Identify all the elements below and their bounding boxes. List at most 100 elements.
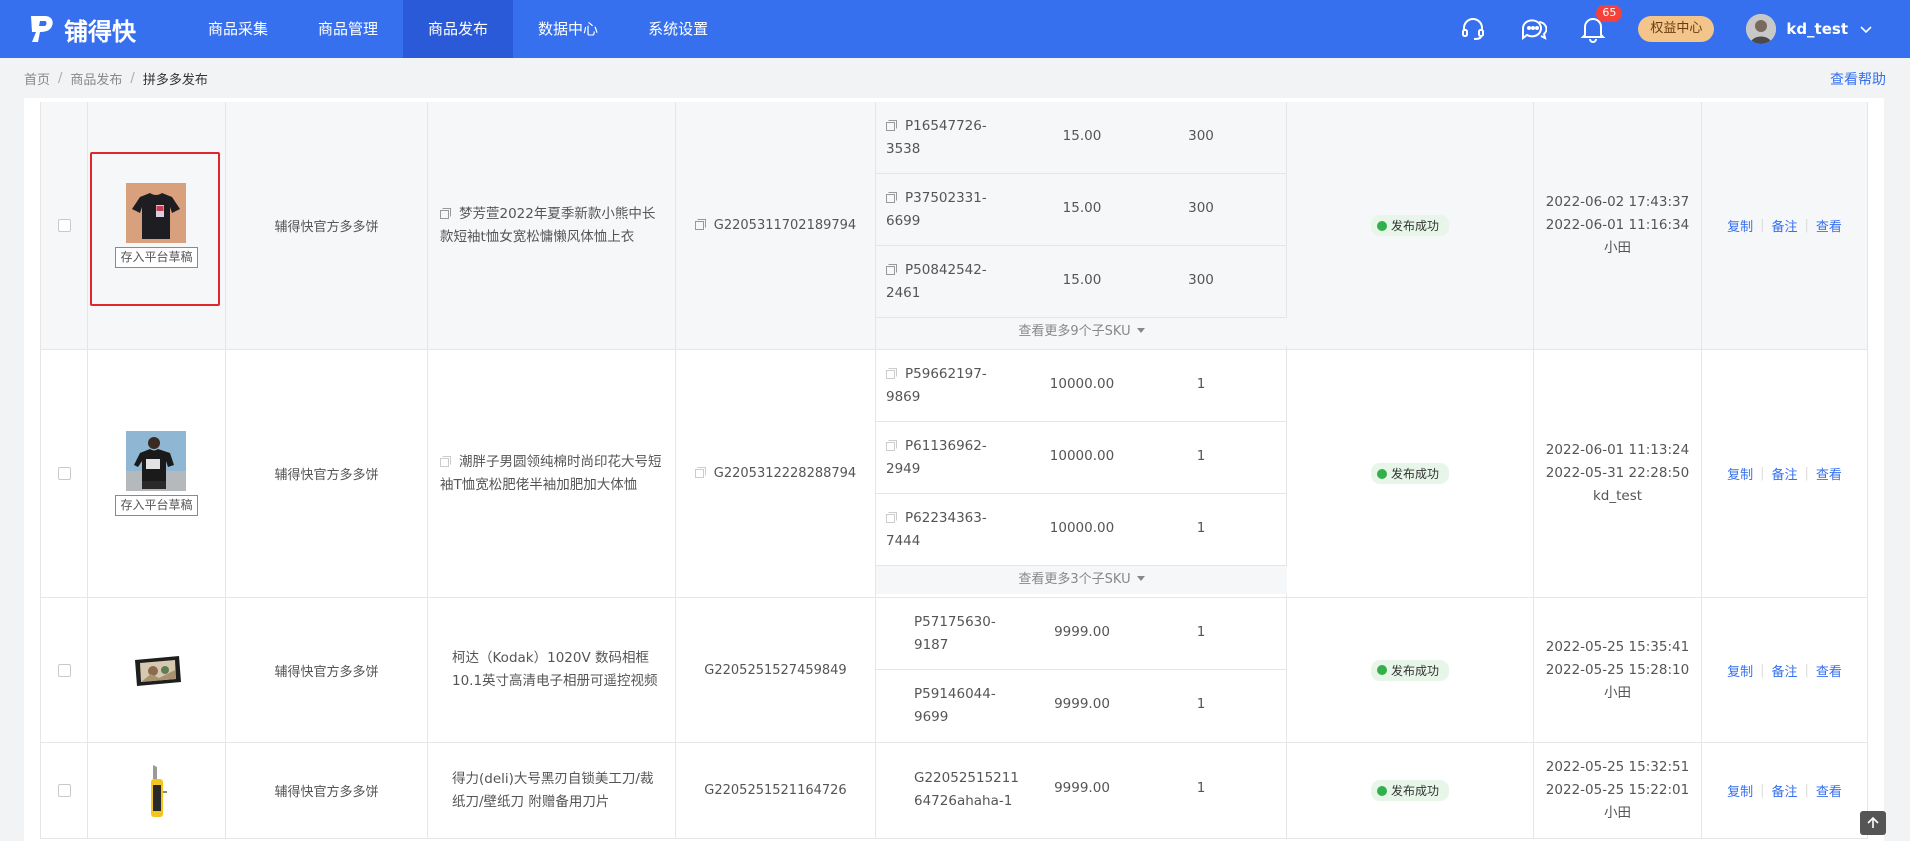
operator: 小田 [1603, 240, 1631, 256]
shop-cell: 辅得快官方多多饼 [226, 102, 428, 349]
view-button[interactable]: 查看 [1816, 216, 1842, 235]
sku-code: P62234363-7444 [886, 510, 987, 549]
goods-id: G2205251521164726 [704, 783, 847, 798]
chat-icon[interactable] [1518, 14, 1548, 44]
sku-price: 9999.00 [1054, 696, 1110, 712]
remark-button[interactable]: 备注 [1771, 216, 1797, 235]
check-circle-icon [1376, 785, 1387, 796]
ops-separator: | [1760, 662, 1765, 678]
nav-data-center[interactable]: 数据中心 [513, 0, 623, 58]
ops-cell: 复制 | 备注 | 查看 [1702, 598, 1868, 742]
sku-code: P61136962-2949 [886, 438, 987, 477]
title-cell: 柯达（Kodak）1020V 数码相框10.1英寸高清电子相册可遥控视频 [428, 598, 676, 742]
create-time: 2022-05-31 22:28:50 [1545, 465, 1690, 481]
save-draft-button[interactable]: 存入平台草稿 [115, 495, 198, 516]
sku-code: P57175630-9187 [914, 614, 996, 653]
rights-center-button[interactable]: 权益中心 [1638, 16, 1715, 42]
copy-icon[interactable] [694, 467, 706, 478]
sku-stock: 1 [1196, 448, 1206, 464]
sku-row: P59146044-9699 9999.00 1 [876, 670, 1287, 742]
sku-row: P37502331-6699 15.00 300 [876, 174, 1287, 246]
app-name: 铺得快 [64, 17, 136, 46]
more-sku-label: 查看更多3个子SKU [1018, 572, 1131, 587]
breadcrumb-home[interactable]: 首页 [24, 69, 50, 88]
status-badge: 发布成功 [1370, 659, 1449, 681]
copy-icon[interactable] [886, 368, 897, 379]
copy-icon[interactable] [886, 512, 897, 523]
row-select-cell [40, 743, 88, 838]
user-name[interactable]: kd_test [1786, 20, 1848, 38]
goods-id: G2205251527459849 [704, 662, 847, 678]
shop-name: 辅得快官方多多饼 [274, 785, 379, 800]
bell-icon[interactable]: 65 [1578, 5, 1623, 44]
copy-icon[interactable] [886, 440, 897, 451]
copy-icon[interactable] [886, 120, 897, 131]
nav-product-publish[interactable]: 商品发布 [403, 0, 514, 58]
nav-product-collect[interactable]: 商品采集 [183, 0, 293, 58]
view-button[interactable]: 查看 [1816, 661, 1842, 680]
goods-id-cell: G2205251527459849 [676, 598, 876, 742]
sku-stock: 1 [1196, 780, 1206, 796]
table-row: 辅得快官方多多饼 得力(deli)大号黑刃自锁美工刀/裁纸刀/壁纸刀 附赠备用刀… [40, 743, 1868, 839]
publish-time: 2022-06-02 17:43:37 [1545, 194, 1690, 210]
ops-separator: | [1760, 783, 1765, 798]
more-sku-link[interactable]: 查看更多9个子SKU [876, 318, 1287, 346]
sku-price: 9999.00 [1054, 780, 1110, 796]
caret-down-icon [1136, 328, 1145, 333]
copy-button[interactable]: 复制 [1727, 216, 1753, 235]
sku-code: P59146044-9699 [914, 686, 996, 725]
sku-row: P61136962-2949 10000.00 1 [876, 422, 1287, 494]
view-button[interactable]: 查看 [1816, 781, 1842, 800]
publish-time: 2022-06-01 11:13:24 [1545, 442, 1690, 458]
top-navbar: 铺得快 商品采集 商品管理 商品发布 数据中心 系统设置 65 权益中心 kd_… [0, 0, 1910, 58]
copy-button[interactable]: 复制 [1727, 661, 1753, 680]
table-row: 存入平台草稿 辅得快官方多多饼 潮胖子男圆领纯棉时尚印花大号短袖T恤宽松肥佬半袖… [40, 350, 1868, 598]
nav-product-manage[interactable]: 商品管理 [293, 0, 403, 58]
check-circle-icon [1376, 468, 1387, 479]
ops-separator: | [1760, 466, 1765, 481]
copy-button[interactable]: 复制 [1727, 781, 1753, 800]
table-row: 存入平台草稿 辅得快官方多多饼 梦芳萱2022年夏季新款小熊中长款短袖t恤女宽松… [40, 102, 1868, 350]
sku-row: G2205251521164726ahaha-1 9999.00 1 [876, 743, 1287, 839]
copy-button[interactable]: 复制 [1727, 464, 1753, 483]
product-thumbnail[interactable] [126, 640, 187, 700]
app-logo[interactable]: 铺得快 [28, 12, 183, 47]
title-cell: 潮胖子男圆领纯棉时尚印花大号短袖T恤宽松肥佬半袖加肥加大体恤 [428, 350, 676, 597]
sku-stock: 1 [1196, 696, 1206, 712]
help-link[interactable]: 查看帮助 [1830, 69, 1886, 89]
remark-button[interactable]: 备注 [1771, 464, 1797, 483]
avatar[interactable] [1746, 14, 1777, 44]
breadcrumb-product-publish[interactable]: 商品发布 [70, 69, 122, 88]
row-checkbox[interactable] [57, 467, 71, 480]
status-badge: 发布成功 [1370, 463, 1449, 484]
status-cell: 发布成功 [1287, 102, 1534, 349]
view-button[interactable]: 查看 [1816, 464, 1842, 483]
sku-stock: 300 [1188, 128, 1214, 144]
copy-icon[interactable] [440, 455, 451, 467]
chevron-down-icon[interactable] [1858, 21, 1874, 37]
date-cell: 2022-06-02 17:43:37 2022-06-01 11:16:34 小田 [1534, 102, 1702, 349]
arrow-up-icon [1867, 816, 1879, 828]
copy-icon[interactable] [886, 192, 897, 203]
sku-cell: P57175630-9187 9999.00 1 P59146044-9699 … [876, 598, 1287, 742]
back-to-top-button[interactable] [1860, 811, 1886, 835]
create-time: 2022-05-25 15:22:01 [1545, 782, 1690, 798]
sku-stock: 1 [1196, 376, 1206, 392]
operator: 小田 [1603, 684, 1631, 701]
copy-icon[interactable] [886, 264, 897, 275]
row-checkbox[interactable] [57, 663, 71, 677]
remark-button[interactable]: 备注 [1771, 781, 1797, 800]
sku-stock: 1 [1196, 624, 1206, 640]
headset-icon[interactable] [1458, 14, 1488, 44]
row-checkbox[interactable] [57, 219, 71, 232]
copy-icon[interactable] [440, 207, 451, 219]
more-sku-link[interactable]: 查看更多3个子SKU [876, 566, 1287, 594]
nav-system-settings[interactable]: 系统设置 [623, 0, 733, 58]
sku-price: 10000.00 [1049, 448, 1115, 464]
product-thumbnail[interactable] [126, 431, 187, 491]
status-cell: 发布成功 [1287, 743, 1534, 838]
row-checkbox[interactable] [57, 784, 71, 797]
copy-icon[interactable] [694, 219, 706, 230]
product-thumbnail[interactable] [126, 760, 187, 821]
remark-button[interactable]: 备注 [1771, 661, 1797, 680]
